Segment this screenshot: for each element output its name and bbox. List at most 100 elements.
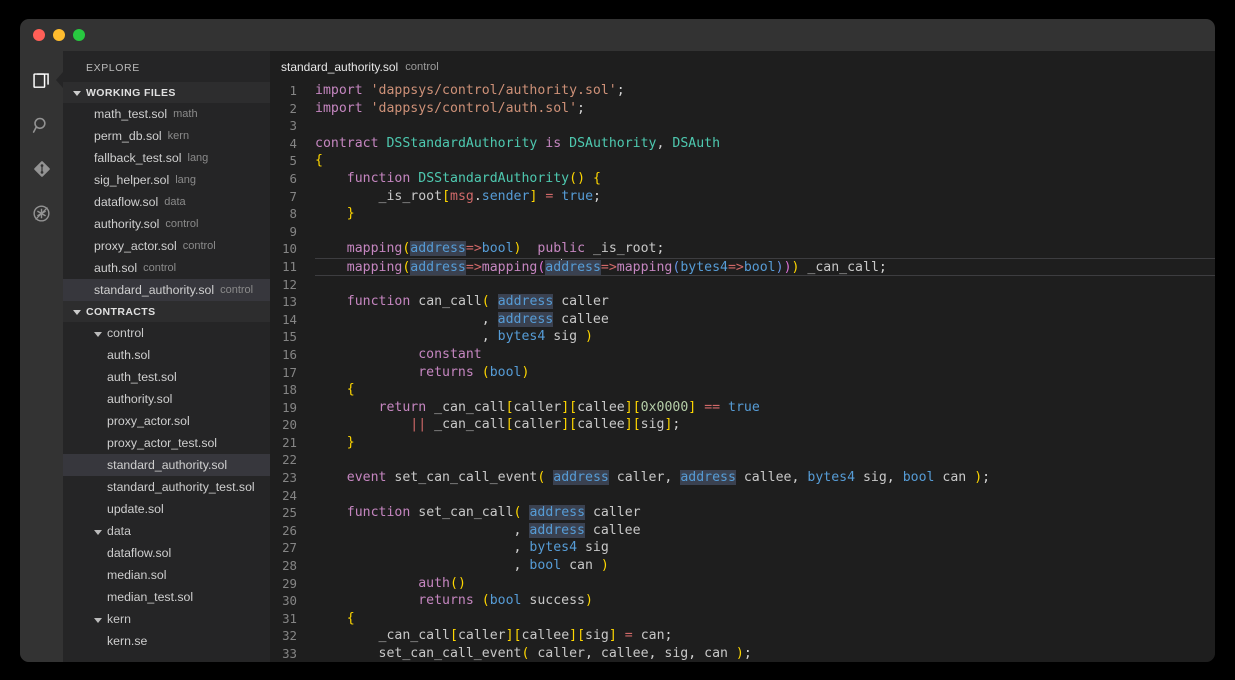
line-content[interactable]: , address callee bbox=[315, 311, 1215, 329]
code-line[interactable]: 5{ bbox=[270, 152, 1215, 170]
line-content[interactable]: contract DSStandardAuthority is DSAuthor… bbox=[315, 135, 1215, 153]
line-content[interactable]: function set_can_call( address caller bbox=[315, 504, 1215, 522]
code-line[interactable]: 20 || _can_call[caller][callee][sig]; bbox=[270, 416, 1215, 434]
code-line[interactable]: 9 bbox=[270, 223, 1215, 241]
code-line[interactable]: 27 , bytes4 sig bbox=[270, 539, 1215, 557]
list-item[interactable]: dataflow.sol bbox=[63, 542, 270, 564]
code-area[interactable]: 1 import 'dappsys/control/authority.sol';… bbox=[270, 78, 1215, 662]
list-item[interactable]: auth.sol bbox=[63, 344, 270, 366]
list-item[interactable]: fallback_test.sol lang bbox=[63, 147, 270, 169]
folder-control[interactable]: control bbox=[63, 322, 270, 344]
list-item[interactable]: authority.sol bbox=[63, 388, 270, 410]
line-content[interactable] bbox=[315, 223, 1215, 241]
line-content[interactable] bbox=[315, 117, 1215, 135]
line-content[interactable]: , bytes4 sig bbox=[315, 539, 1215, 557]
list-item[interactable]: median_test.sol bbox=[63, 586, 270, 608]
code-line[interactable]: 14 , address callee bbox=[270, 311, 1215, 329]
code-line[interactable]: 30 returns (bool success) bbox=[270, 592, 1215, 610]
list-item[interactable]: auth.sol control bbox=[63, 257, 270, 279]
breadcrumb[interactable]: standard_authority.sol control bbox=[270, 56, 1215, 78]
line-content[interactable] bbox=[315, 487, 1215, 505]
code-line[interactable]: 31 { bbox=[270, 610, 1215, 628]
code-line[interactable]: 19 return _can_call[caller][callee][0x00… bbox=[270, 399, 1215, 417]
code-line[interactable]: 15 , bytes4 sig ) bbox=[270, 328, 1215, 346]
maximize-button[interactable] bbox=[73, 29, 85, 41]
line-content[interactable]: returns (bool) bbox=[315, 364, 1215, 382]
code-line[interactable]: 18 { bbox=[270, 381, 1215, 399]
code-line[interactable]: 16 constant bbox=[270, 346, 1215, 364]
line-content[interactable]: mapping(address=>bool) public _is_root; bbox=[315, 240, 1215, 258]
line-content[interactable]: event set_can_call_event( address caller… bbox=[315, 469, 1215, 487]
folder-kern[interactable]: kern bbox=[63, 608, 270, 630]
line-content[interactable]: return _can_call[caller][callee][0x0000]… bbox=[315, 399, 1215, 417]
line-content[interactable]: auth() bbox=[315, 575, 1215, 593]
line-content[interactable]: { bbox=[315, 610, 1215, 628]
line-content[interactable]: { bbox=[315, 381, 1215, 399]
code-line[interactable]: 24 bbox=[270, 487, 1215, 505]
list-item[interactable]: median.sol bbox=[63, 564, 270, 586]
code-line[interactable]: 1 import 'dappsys/control/authority.sol'; bbox=[270, 82, 1215, 100]
code-line[interactable]: 28 , bool can ) bbox=[270, 557, 1215, 575]
line-content[interactable]: || _can_call[caller][callee][sig]; bbox=[315, 416, 1215, 434]
line-content[interactable]: function can_call( address caller bbox=[315, 293, 1215, 311]
activity-item-debug[interactable] bbox=[20, 191, 63, 235]
line-content[interactable]: import 'dappsys/control/auth.sol'; bbox=[315, 100, 1215, 118]
minimize-button[interactable] bbox=[53, 29, 65, 41]
code-line[interactable]: 32 _can_call[caller][callee][sig] = can; bbox=[270, 627, 1215, 645]
list-item[interactable]: proxy_actor_test.sol bbox=[63, 432, 270, 454]
code-editor[interactable]: standard_authority.sol control 1 import '… bbox=[270, 51, 1215, 662]
code-line[interactable]: 12 bbox=[270, 276, 1215, 294]
code-line[interactable]: 33 set_can_call_event( caller, callee, s… bbox=[270, 645, 1215, 662]
line-content[interactable]: set_can_call_event( caller, callee, sig,… bbox=[315, 645, 1215, 662]
list-item[interactable]: kern.se bbox=[63, 630, 270, 652]
line-content[interactable]: { bbox=[315, 152, 1215, 170]
list-item[interactable]: dataflow.sol data bbox=[63, 191, 270, 213]
code-line[interactable]: 25 function set_can_call( address caller bbox=[270, 504, 1215, 522]
code-line[interactable]: 21 } bbox=[270, 434, 1215, 452]
code-line[interactable]: 4 contract DSStandardAuthority is DSAutho… bbox=[270, 135, 1215, 153]
close-button[interactable] bbox=[33, 29, 45, 41]
code-line[interactable]: 26 , address callee bbox=[270, 522, 1215, 540]
code-line[interactable]: 29 auth() bbox=[270, 575, 1215, 593]
list-item[interactable]: math_test.sol math bbox=[63, 103, 270, 125]
line-content[interactable]: } bbox=[315, 434, 1215, 452]
list-item-selected[interactable]: standard_authority.sol control bbox=[63, 279, 270, 301]
line-content[interactable]: returns (bool success) bbox=[315, 592, 1215, 610]
line-content[interactable]: import 'dappsys/control/authority.sol'; bbox=[315, 82, 1215, 100]
section-header-working-files[interactable]: WORKING FILES bbox=[63, 82, 270, 103]
activity-item-search[interactable] bbox=[20, 103, 63, 147]
code-line[interactable]: 2 import 'dappsys/control/auth.sol'; bbox=[270, 100, 1215, 118]
code-line[interactable]: 22 bbox=[270, 451, 1215, 469]
line-content[interactable]: constant bbox=[315, 346, 1215, 364]
code-line[interactable]: 10 mapping(address=>bool) public _is_roo… bbox=[270, 240, 1215, 258]
line-content[interactable]: _is_root[msg.sender] = true; bbox=[315, 188, 1215, 206]
activity-item-explorer[interactable] bbox=[20, 59, 63, 103]
list-item[interactable]: standard_authority_test.sol bbox=[63, 476, 270, 498]
list-item[interactable]: sig_helper.sol lang bbox=[63, 169, 270, 191]
line-content[interactable]: } bbox=[315, 205, 1215, 223]
section-header-contracts[interactable]: CONTRACTS bbox=[63, 301, 270, 322]
line-content[interactable]: function DSStandardAuthority() { bbox=[315, 170, 1215, 188]
line-content[interactable]: , bytes4 sig ) bbox=[315, 328, 1215, 346]
line-content[interactable] bbox=[315, 276, 1215, 294]
code-line[interactable]: 11 mapping(address=>mapping(address=>map… bbox=[270, 257, 1215, 276]
line-content[interactable]: , bool can ) bbox=[315, 557, 1215, 575]
list-item-selected[interactable]: standard_authority.sol bbox=[63, 454, 270, 476]
list-item[interactable]: perm_db.sol kern bbox=[63, 125, 270, 147]
list-item[interactable]: auth_test.sol bbox=[63, 366, 270, 388]
code-line[interactable]: 3 bbox=[270, 117, 1215, 135]
list-item[interactable]: update.sol bbox=[63, 498, 270, 520]
folder-data[interactable]: data bbox=[63, 520, 270, 542]
list-item[interactable]: proxy_actor.sol bbox=[63, 410, 270, 432]
code-line[interactable]: 7 _is_root[msg.sender] = true; bbox=[270, 188, 1215, 206]
code-line[interactable]: 13 function can_call( address caller bbox=[270, 293, 1215, 311]
list-item[interactable]: proxy_actor.sol control bbox=[63, 235, 270, 257]
code-line[interactable]: 17 returns (bool) bbox=[270, 364, 1215, 382]
code-line[interactable]: 6 function DSStandardAuthority() { bbox=[270, 170, 1215, 188]
line-content[interactable] bbox=[315, 451, 1215, 469]
code-line[interactable]: 8 } bbox=[270, 205, 1215, 223]
line-content[interactable]: _can_call[caller][callee][sig] = can; bbox=[315, 627, 1215, 645]
activity-item-source-control[interactable] bbox=[20, 147, 63, 191]
line-content[interactable]: mapping(address=>mapping(address=>mappin… bbox=[315, 257, 1215, 276]
line-content[interactable]: , address callee bbox=[315, 522, 1215, 540]
